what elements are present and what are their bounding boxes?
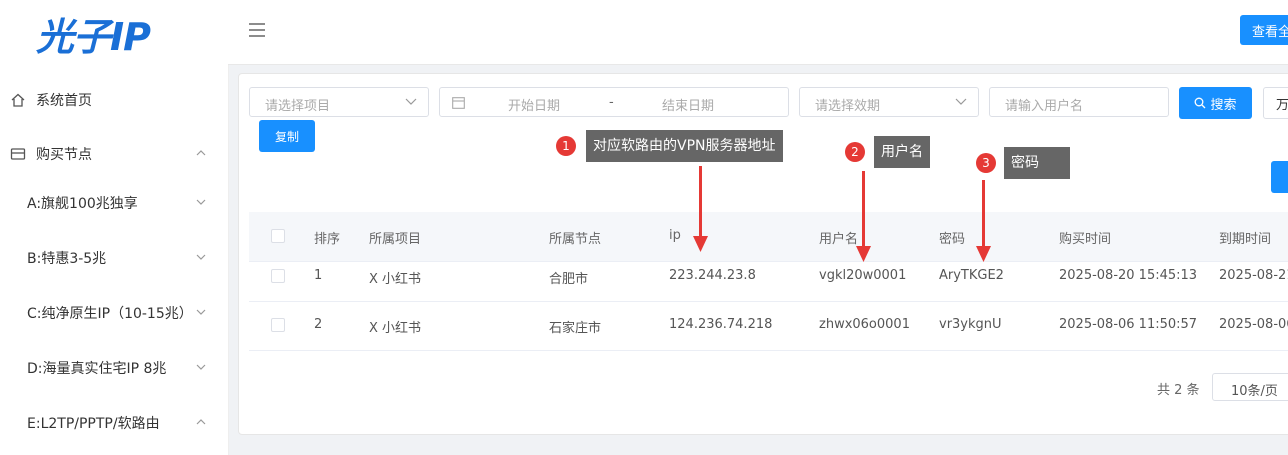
- annotation-badge: 2: [845, 142, 865, 162]
- annotation-badge: 3: [976, 153, 996, 173]
- annotation-tooltip: 用户名: [874, 136, 930, 168]
- annotation-tooltip: 密码: [1004, 147, 1070, 179]
- annotation-badge: 1: [556, 136, 576, 156]
- annotation-tooltip: 对应软路由的VPN服务器地址: [586, 130, 783, 162]
- annotation-arrows: [693, 166, 991, 262]
